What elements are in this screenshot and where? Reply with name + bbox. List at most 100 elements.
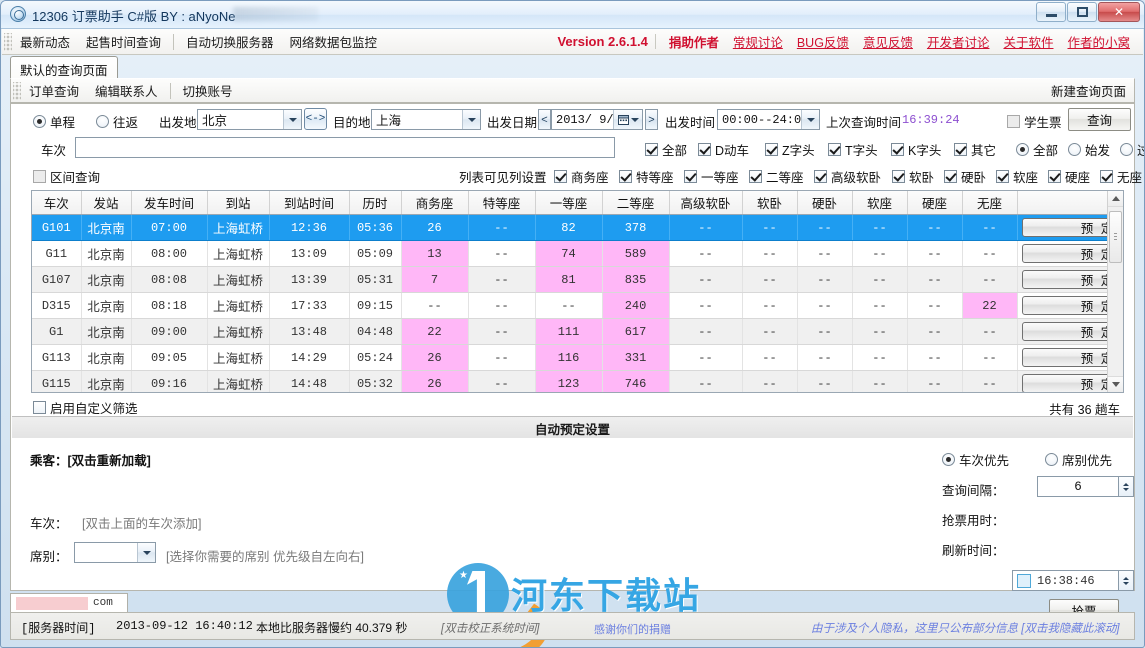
- th-second-seat[interactable]: 二等座: [602, 191, 669, 215]
- menu-link-author-home[interactable]: 作者的小窝: [1060, 32, 1137, 51]
- col-special[interactable]: 特等座: [619, 167, 674, 186]
- student-ticket-checkbox[interactable]: 学生票: [1007, 112, 1062, 131]
- table-row[interactable]: G107北京南08:08上海虹桥13:3905:317--81835------…: [32, 267, 1124, 293]
- auto-train-hint[interactable]: [双击上面的车次添加]: [82, 513, 201, 532]
- radio-roundtrip[interactable]: 往返: [96, 112, 138, 131]
- th-depart-time[interactable]: 发车时间: [131, 191, 207, 215]
- privacy-scroll-text[interactable]: 由于涉及个人隐私，这里只公布部分信息 [双击我隐藏此滚动]: [811, 620, 1120, 636]
- minimize-button[interactable]: [1036, 2, 1066, 22]
- maximize-button[interactable]: [1067, 2, 1097, 22]
- th-hard-sleeper[interactable]: 硬卧: [797, 191, 852, 215]
- th-business-seat[interactable]: 商务座: [401, 191, 468, 215]
- th-from-station[interactable]: 发站: [81, 191, 131, 215]
- from-station-value: 北京: [202, 110, 227, 129]
- search-button[interactable]: 查询: [1068, 108, 1131, 131]
- scroll-up-arrow-icon[interactable]: [1108, 191, 1123, 207]
- query-interval-value[interactable]: 6: [1037, 476, 1119, 497]
- table-row[interactable]: G11北京南08:00上海虹桥13:0905:0913--74589------…: [32, 241, 1124, 267]
- menu-link-donate[interactable]: 捐助作者: [662, 32, 726, 51]
- scope-origin[interactable]: 始发: [1068, 140, 1110, 159]
- col-hard-seat[interactable]: 硬座: [1048, 167, 1090, 186]
- th-special-seat[interactable]: 特等座: [468, 191, 535, 215]
- from-station-combo[interactable]: 北京: [197, 109, 302, 130]
- scroll-down-arrow-icon[interactable]: [1108, 376, 1123, 392]
- clock-checkbox-icon[interactable]: [1017, 574, 1031, 588]
- col-standing[interactable]: 无座: [1100, 167, 1142, 186]
- col-hard-sleeper[interactable]: 硬卧: [944, 167, 986, 186]
- time-correct-hint[interactable]: [双击校正系统时间]: [441, 620, 539, 636]
- toolbar-order-query[interactable]: 订单查询: [21, 78, 87, 103]
- th-deluxe-soft-sleeper[interactable]: 高级软卧: [669, 191, 742, 215]
- table-row[interactable]: G113北京南09:05上海虹桥14:2905:2426--116331----…: [32, 345, 1124, 371]
- query-interval-stepper[interactable]: 6: [1037, 476, 1134, 497]
- th-soft-seat[interactable]: 软座: [852, 191, 907, 215]
- th-hard-seat[interactable]: 硬座: [907, 191, 962, 215]
- close-button[interactable]: ✕: [1098, 2, 1140, 22]
- grid-vertical-scrollbar[interactable]: [1107, 191, 1123, 392]
- menu-item-packet-monitor[interactable]: 网络数据包监控: [282, 29, 386, 54]
- toolbar-switch-account[interactable]: 切换账号: [175, 78, 241, 103]
- swap-stations-button[interactable]: <->: [304, 108, 327, 130]
- chevron-left-icon: <: [541, 114, 547, 126]
- grab-clock-picker[interactable]: 16:38:46: [1012, 570, 1134, 591]
- passenger-label[interactable]: 乘客：[双击重新加载]: [30, 450, 151, 469]
- th-first-seat[interactable]: 一等座: [535, 191, 602, 215]
- priority-seat-radio[interactable]: 席别优先: [1045, 450, 1112, 469]
- grab-clock-field[interactable]: 16:38:46: [1012, 570, 1119, 591]
- new-query-page-button[interactable]: 新建查询页面: [1051, 81, 1134, 100]
- query-interval-spin-buttons[interactable]: [1119, 476, 1134, 497]
- scope-all[interactable]: 全部: [1016, 140, 1058, 159]
- to-station-combo[interactable]: 上海: [371, 109, 481, 130]
- train-no-input[interactable]: [75, 137, 615, 158]
- query-row-primary: 单程 往返 出发地 北京 <-> 目的地 上海 出发日期 <: [11, 104, 1134, 134]
- scrollbar-thumb[interactable]: [1109, 211, 1122, 263]
- filter-type-d[interactable]: D动车: [698, 140, 749, 159]
- table-cell: 北京南: [81, 293, 131, 319]
- toolbar-edit-contacts[interactable]: 编辑联系人: [87, 78, 166, 103]
- filter-type-all[interactable]: 全部: [645, 140, 687, 159]
- filter-type-z[interactable]: Z字头: [765, 140, 815, 159]
- menu-link-dev-discussion[interactable]: 开发者讨论: [920, 32, 997, 51]
- train-result-grid[interactable]: 车次 发站 发车时间 到站 到站时间 历时 商务座 特等座 一等座 二等座 高级…: [31, 190, 1124, 393]
- seat-class-combo[interactable]: [74, 542, 156, 563]
- th-to-station[interactable]: 到站: [207, 191, 269, 215]
- table-row[interactable]: G101北京南07:00上海虹桥12:3605:3626--82378-----…: [32, 215, 1124, 241]
- radio-oneway[interactable]: 单程: [33, 112, 75, 131]
- menu-link-about[interactable]: 关于软件: [996, 32, 1060, 51]
- table-cell: --: [797, 267, 852, 293]
- account-tab[interactable]: com: [10, 593, 128, 612]
- col-second[interactable]: 二等座: [749, 167, 804, 186]
- depart-date-picker[interactable]: 2013/ 9/26: [551, 109, 643, 130]
- table-row[interactable]: G1北京南09:00上海虹桥13:4804:4822--111617------…: [32, 319, 1124, 345]
- col-soft-seat[interactable]: 软座: [996, 167, 1038, 186]
- date-prev-button[interactable]: <: [538, 109, 551, 130]
- date-next-button[interactable]: >: [645, 109, 658, 130]
- tab-default-query-page[interactable]: 默认的查询页面: [10, 56, 118, 78]
- range-query-checkbox[interactable]: 区间查询: [33, 167, 100, 186]
- th-duration[interactable]: 历时: [349, 191, 401, 215]
- col-business[interactable]: 商务座: [554, 167, 609, 186]
- menu-item-news[interactable]: 最新动态: [12, 29, 78, 54]
- filter-type-k[interactable]: K字头: [891, 140, 941, 159]
- scope-passing[interactable]: 过路: [1120, 140, 1145, 159]
- depart-time-combo[interactable]: 00:00--24:00: [717, 109, 820, 130]
- th-standing[interactable]: 无座: [962, 191, 1017, 215]
- menu-item-auto-switch-server[interactable]: 自动切换服务器: [178, 29, 282, 54]
- col-first[interactable]: 一等座: [684, 167, 739, 186]
- th-arrive-time[interactable]: 到站时间: [269, 191, 349, 215]
- filter-type-other[interactable]: 其它: [954, 140, 996, 159]
- table-row[interactable]: D315北京南08:18上海虹桥17:3309:15------240-----…: [32, 293, 1124, 319]
- custom-filter-checkbox[interactable]: 启用自定义筛选: [33, 398, 138, 417]
- menu-link-bug-report[interactable]: BUG反馈: [790, 32, 856, 51]
- priority-train-radio[interactable]: 车次优先: [942, 450, 1009, 469]
- th-train-no[interactable]: 车次: [32, 191, 81, 215]
- filter-type-t[interactable]: T字头: [828, 140, 878, 159]
- table-row[interactable]: G115北京南09:16上海虹桥14:4805:3226--123746----…: [32, 371, 1124, 394]
- grab-clock-spin-buttons[interactable]: [1119, 570, 1134, 591]
- menu-link-general-discussion[interactable]: 常规讨论: [726, 32, 790, 51]
- col-deluxe-soft-sleeper[interactable]: 高级软卧: [814, 167, 881, 186]
- menu-item-sale-time[interactable]: 起售时间查询: [78, 29, 169, 54]
- menu-link-feedback[interactable]: 意见反馈: [856, 32, 920, 51]
- col-soft-sleeper[interactable]: 软卧: [892, 167, 934, 186]
- th-soft-sleeper[interactable]: 软卧: [742, 191, 797, 215]
